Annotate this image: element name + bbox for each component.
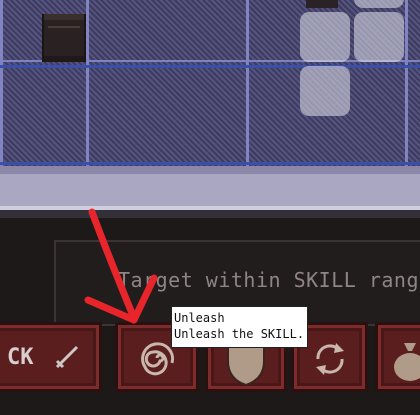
annotation-arrow-icon [84, 208, 158, 324]
